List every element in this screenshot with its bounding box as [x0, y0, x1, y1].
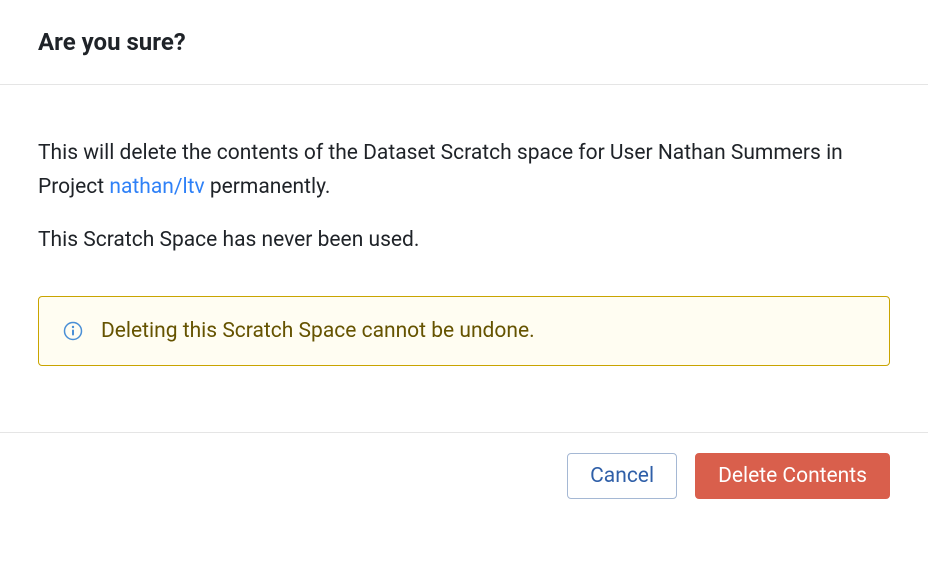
dialog-body: This will delete the contents of the Dat… [0, 85, 928, 404]
delete-description-suffix: permanently. [205, 175, 331, 199]
usage-status-text: This Scratch Space has never been used. [38, 224, 890, 258]
info-icon [63, 321, 83, 341]
warning-alert: Deleting this Scratch Space cannot be un… [38, 296, 890, 366]
dialog-title: Are you sure? [38, 28, 890, 56]
dialog-footer: Cancel Delete Contents [0, 432, 928, 519]
project-link[interactable]: nathan/ltv [109, 175, 204, 199]
delete-description: This will delete the contents of the Dat… [38, 137, 890, 204]
warning-alert-text: Deleting this Scratch Space cannot be un… [101, 319, 535, 343]
delete-contents-button[interactable]: Delete Contents [695, 453, 890, 499]
cancel-button[interactable]: Cancel [567, 453, 677, 499]
dialog-header: Are you sure? [0, 0, 928, 85]
